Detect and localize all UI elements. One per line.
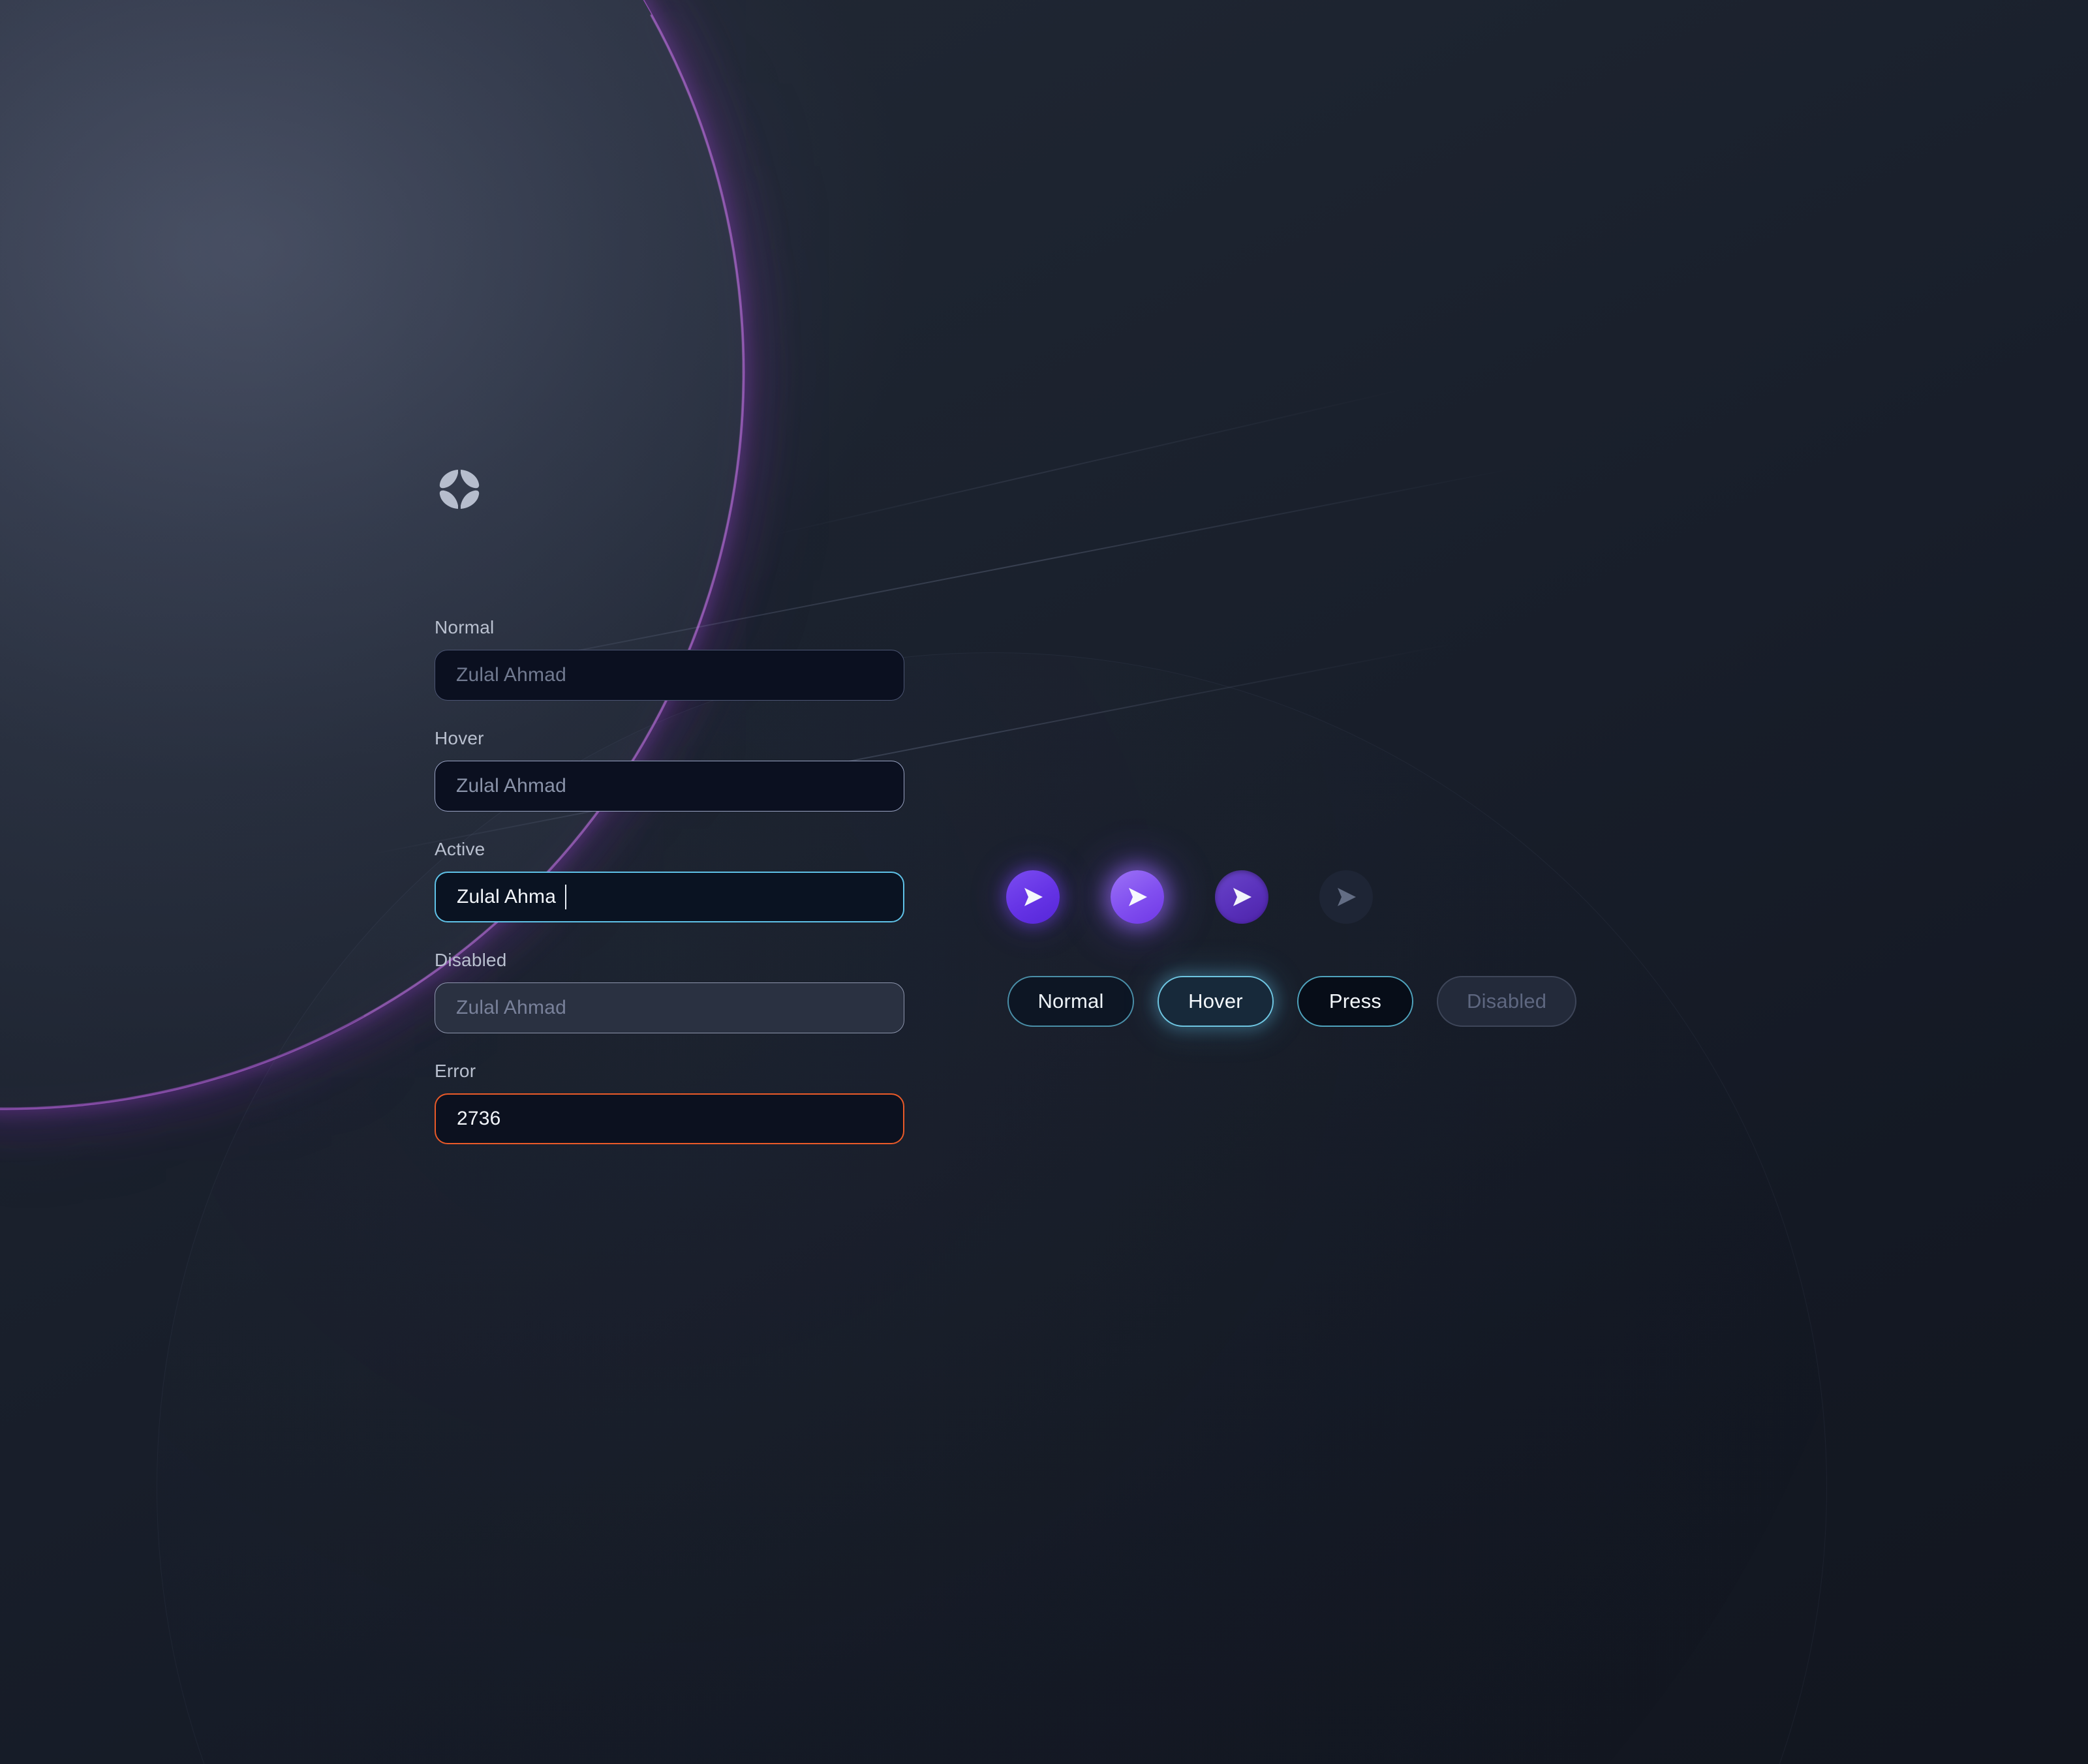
pill-button-press[interactable]: Press <box>1297 976 1413 1027</box>
send-arrow-icon <box>1333 884 1359 910</box>
text-input-disabled-placeholder: Zulal Ahmad <box>456 997 566 1019</box>
pill-button-hover[interactable]: Hover <box>1158 976 1274 1027</box>
icon-button-states-group <box>1006 870 1373 924</box>
field-disabled: Disabled Zulal Ahmad <box>435 951 904 1033</box>
diagonal-streak-top <box>770 388 1406 536</box>
pill-button-normal-label: Normal <box>1037 990 1103 1013</box>
field-active: Active Zulal Ahma <box>435 840 904 922</box>
field-normal: Normal Zulal Ahmad <box>435 618 904 701</box>
faint-circle-outline <box>157 652 1827 1764</box>
four-petal-circle-logo-icon <box>432 467 487 511</box>
design-system-canvas: Normal Zulal Ahmad Hover Zulal Ahmad Act… <box>0 0 2088 1764</box>
text-field-states-group: Normal Zulal Ahmad Hover Zulal Ahmad Act… <box>435 618 904 1144</box>
send-button-press[interactable] <box>1215 870 1268 924</box>
text-input-error-value: 2736 <box>457 1108 501 1130</box>
field-label-error: Error <box>435 1062 904 1080</box>
text-input-hover[interactable]: Zulal Ahmad <box>435 761 904 812</box>
pill-button-disabled: Disabled <box>1437 976 1576 1027</box>
field-hover: Hover Zulal Ahmad <box>435 729 904 812</box>
send-button-disabled <box>1319 870 1373 924</box>
send-arrow-icon <box>1124 884 1150 910</box>
text-input-normal-placeholder: Zulal Ahmad <box>456 664 566 686</box>
pill-button-disabled-label: Disabled <box>1467 990 1546 1013</box>
text-input-disabled: Zulal Ahmad <box>435 982 904 1033</box>
send-button-normal[interactable] <box>1006 870 1060 924</box>
field-label-hover: Hover <box>435 729 904 748</box>
text-input-hover-placeholder: Zulal Ahmad <box>456 775 566 797</box>
pill-button-normal[interactable]: Normal <box>1007 976 1134 1027</box>
pill-button-press-label: Press <box>1329 990 1381 1013</box>
text-input-active-value: Zulal Ahma <box>457 886 556 908</box>
text-input-active[interactable]: Zulal Ahma <box>435 872 904 922</box>
field-label-normal: Normal <box>435 618 904 637</box>
pill-button-hover-label: Hover <box>1188 990 1243 1013</box>
send-button-hover[interactable] <box>1111 870 1164 924</box>
text-caret <box>565 885 566 909</box>
field-error: Error 2736 <box>435 1062 904 1144</box>
send-arrow-icon <box>1229 884 1255 910</box>
text-input-error[interactable]: 2736 <box>435 1093 904 1144</box>
pill-button-states-group: Normal Hover Press Disabled <box>1007 976 1576 1027</box>
text-input-normal[interactable]: Zulal Ahmad <box>435 650 904 701</box>
field-label-active: Active <box>435 840 904 859</box>
field-label-disabled: Disabled <box>435 951 904 969</box>
send-arrow-icon <box>1020 884 1046 910</box>
